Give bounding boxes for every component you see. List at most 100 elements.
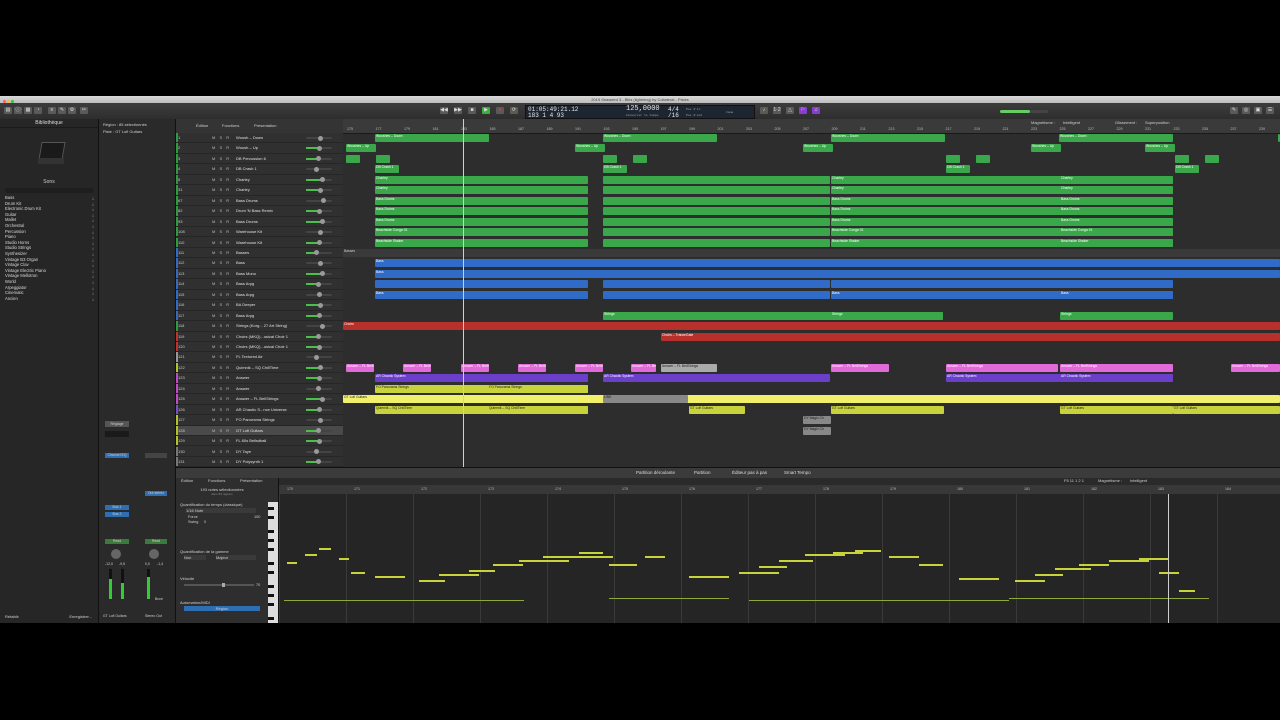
track-header[interactable]: 127 M S R FO Panorama Strings [176, 415, 343, 426]
mute-solo-buttons[interactable]: M S R [212, 177, 231, 182]
track-name[interactable]: Warehouse Kit [236, 240, 304, 245]
volume-knob[interactable] [319, 271, 325, 277]
track-name[interactable]: Bass Mono [236, 271, 304, 276]
arrange-view-menu[interactable]: Présentation [254, 123, 276, 128]
mute-solo-buttons[interactable]: M S R [212, 208, 231, 213]
volume-slider[interactable] [306, 156, 332, 162]
browser-icon[interactable]: ▣ [1254, 107, 1262, 114]
region[interactable]: DY Magic Ch [803, 426, 831, 435]
scissors-icon[interactable]: ✂ [80, 107, 88, 114]
download-icon[interactable]: ⤓ [92, 296, 94, 302]
mute-solo-buttons[interactable]: M S R [212, 281, 231, 286]
track-name[interactable]: Charley [236, 177, 304, 182]
region[interactable] [946, 154, 960, 163]
scale-mode-select[interactable]: Majeur [216, 555, 256, 560]
volume-knob[interactable] [317, 240, 322, 245]
volume-knob[interactable] [318, 302, 324, 308]
track-header[interactable]: 108 M S R Warehouse Kit [176, 227, 343, 238]
midi-note[interactable] [1079, 564, 1109, 566]
region[interactable] [603, 280, 830, 289]
region[interactable]: AR Chaotic System [375, 374, 588, 383]
midi-note[interactable] [375, 576, 405, 578]
mute-solo-buttons[interactable]: M S R [212, 156, 231, 161]
stereo-output-slot[interactable]: Out stéréo [145, 491, 167, 496]
region[interactable]: AR Chaotic System [1060, 374, 1173, 383]
track-name[interactable]: Answer [236, 375, 304, 380]
master-fader[interactable] [147, 569, 150, 599]
volume-knob[interactable] [314, 250, 320, 256]
mute-solo-buttons[interactable]: M S R [212, 459, 231, 464]
midi-note[interactable] [645, 556, 665, 558]
mute-solo-buttons[interactable]: M S R [212, 344, 231, 349]
region[interactable]: GT Lofi Guitars [1060, 405, 1173, 414]
editor-edit-menu[interactable]: Édition [181, 478, 193, 483]
pan-knob[interactable] [111, 549, 121, 559]
midi-note[interactable] [749, 600, 1009, 601]
track-header[interactable]: 126 M S R AR Chaotic S...nce Universe [176, 404, 343, 416]
region[interactable] [603, 228, 830, 237]
region[interactable]: Wooshes – Up [1031, 144, 1061, 153]
track-name[interactable]: GT Lofi Guitars [236, 428, 304, 433]
tab-step-editor[interactable]: Éditeur pas à pas [732, 470, 767, 475]
track-name[interactable]: DB Percussion 6 [236, 156, 304, 161]
track-header[interactable]: 131 M S R DY Polysynth 1 [176, 456, 343, 468]
track-name[interactable]: Quimnik – SQ ChillTime [236, 365, 304, 370]
mixer-icon[interactable]: ≡ [48, 107, 56, 114]
volume-knob[interactable] [319, 177, 325, 183]
automation-select[interactable]: Région [184, 606, 260, 611]
mute-solo-buttons[interactable]: M S R [212, 313, 231, 318]
track-name[interactable]: Answer [236, 386, 304, 391]
volume-slider[interactable] [306, 271, 332, 277]
midi-note[interactable] [351, 572, 365, 574]
quantize-select[interactable]: 1/16 Note [186, 508, 256, 513]
mute-solo-buttons[interactable]: M S R [212, 449, 231, 454]
region[interactable]: Answer – FL BellStrings [461, 363, 489, 372]
mute-solo-buttons[interactable]: M S R [212, 166, 231, 171]
mute-solo-buttons[interactable]: M S R [212, 187, 231, 192]
midi-note[interactable] [1035, 574, 1063, 576]
volume-knob[interactable] [317, 407, 322, 413]
channel-fader[interactable] [109, 569, 112, 599]
region[interactable]: Answer – FL BellStrings [831, 363, 889, 372]
mute-solo-buttons[interactable]: M S R [212, 354, 231, 359]
region[interactable]: Answer – FL BellStrings [1231, 363, 1280, 372]
midi-note[interactable] [759, 566, 787, 568]
region[interactable]: Beachside Conga 01 [375, 228, 588, 237]
track-header[interactable]: 31 M S R Charley [176, 185, 343, 196]
track-header[interactable]: 121 M S R FL Textured Air [176, 352, 343, 363]
volume-knob[interactable] [314, 354, 320, 360]
region[interactable]: Charley [1060, 175, 1173, 184]
magnet-value[interactable]: Intelligent [1063, 120, 1080, 125]
region[interactable]: Wooshes – Up [803, 144, 833, 153]
region[interactable]: Bass [1060, 290, 1173, 299]
mute-solo-buttons[interactable]: M S R [212, 428, 231, 433]
region[interactable]: Answer – FL BellStrings [518, 363, 546, 372]
read-mode-button[interactable]: Read [105, 539, 129, 544]
mute-solo-buttons[interactable]: M S R [212, 198, 231, 203]
track-name[interactable]: Bass Arpg [236, 292, 304, 297]
volume-knob[interactable] [319, 219, 325, 225]
region[interactable] [375, 280, 588, 289]
arrange-edit-menu[interactable]: Édition [196, 123, 208, 128]
forward-icon[interactable]: ▶▶ [454, 107, 462, 114]
track-name[interactable]: Woosh – Down [236, 135, 304, 140]
region[interactable] [1175, 154, 1189, 163]
region[interactable] [603, 207, 830, 216]
track-header[interactable]: 1 M S R Woosh – Down [176, 133, 343, 144]
region[interactable]: Bass Drums [375, 207, 588, 216]
midi-note[interactable] [609, 598, 729, 599]
track-header[interactable]: 119 M S R Choirs (MKQ)...usical Choir 1 [176, 331, 343, 342]
region[interactable]: Choirs [343, 322, 1280, 331]
black-key[interactable] [268, 603, 274, 607]
track-name[interactable]: Woosh – Up [236, 145, 304, 150]
midi-note[interactable] [1139, 558, 1169, 560]
volume-slider[interactable] [306, 438, 332, 444]
cycle-icon[interactable]: ⟳ [510, 107, 518, 114]
notes-icon[interactable]: ✎ [1230, 107, 1238, 114]
region[interactable] [1205, 154, 1219, 163]
editor-view-menu[interactable]: Présentation [240, 478, 262, 483]
volume-slider[interactable] [306, 281, 332, 287]
region[interactable]: Wooshes – Up [1145, 144, 1175, 153]
region[interactable]: Wooshes – Down [603, 134, 717, 142]
tab-smart-tempo[interactable]: Smart Tempo [784, 470, 811, 475]
